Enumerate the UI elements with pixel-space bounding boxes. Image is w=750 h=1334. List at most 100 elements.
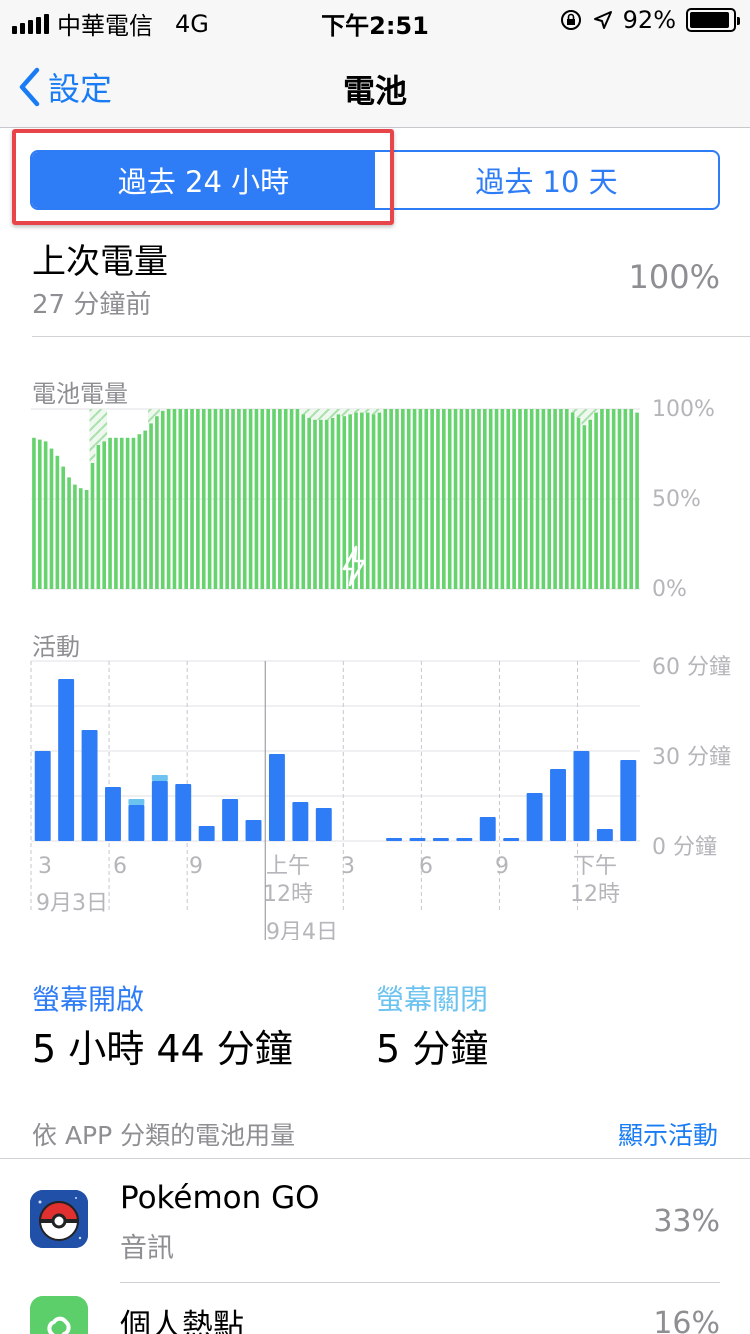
activity-bar-screen-on — [409, 838, 426, 841]
battery-level-bar — [395, 409, 399, 589]
activity-bar-screen-on — [620, 760, 637, 841]
activity-bar-screen-on — [456, 838, 473, 841]
battery-level-bar — [442, 409, 446, 589]
battery-level-bar — [570, 412, 575, 589]
battery-level-bar — [342, 416, 347, 589]
battery-level-bar — [196, 409, 200, 589]
status-right: 92% — [559, 6, 740, 34]
battery-level-bar — [488, 409, 493, 589]
battery-level-bar — [330, 418, 335, 589]
battery-level-bar — [119, 437, 124, 589]
show-activity-button[interactable]: 顯示活動 — [618, 1116, 718, 1152]
battery-level-bar — [594, 412, 598, 589]
battery-level-bar — [494, 409, 499, 589]
battery-level-bar — [471, 409, 475, 589]
battery-level-bar — [547, 409, 552, 589]
app-row-pokemon-go[interactable]: Pokémon GO 音訊 33% — [0, 1160, 750, 1282]
screen-on-value: 5 小時 44 分鐘 — [32, 1027, 293, 1071]
battery-level-bar — [278, 409, 282, 589]
battery-charge-hatch — [575, 409, 582, 418]
activity-bar-screen-on — [386, 838, 403, 841]
battery-level-bar — [324, 419, 329, 589]
battery-level-bar — [73, 484, 77, 589]
battery-level-bar — [37, 439, 42, 589]
app-row-personal-hotspot[interactable]: 個人熱點 16% — [0, 1284, 750, 1334]
activity-date-label: 9月4日 — [266, 920, 338, 940]
battery-charge-hatch — [353, 409, 359, 413]
app-percent: 33% — [653, 1204, 720, 1239]
battery-level-bar — [389, 409, 393, 589]
battery-level-bar — [155, 416, 159, 589]
battery-charge-hatch — [376, 409, 383, 413]
segment-last-24-hours[interactable]: 過去 24 小時 — [32, 152, 375, 208]
segment-last-10-days[interactable]: 過去 10 天 — [375, 152, 718, 208]
battery-charge-hatch — [341, 409, 348, 417]
battery-level-bar — [272, 409, 276, 589]
battery-level-bar — [114, 437, 118, 589]
time-range-segmented-control: 過去 24 小時 過去 10 天 — [30, 150, 720, 210]
battery-level-bar — [605, 409, 610, 589]
battery-level-bar — [102, 441, 107, 589]
battery-level-bar — [453, 409, 458, 589]
activity-bar-screen-on — [198, 826, 215, 841]
activity-x-tick-label: 上午 — [266, 854, 310, 879]
activity-bar-screen-on — [550, 769, 566, 841]
battery-level-bar — [172, 409, 177, 589]
activity-x-tick-label: 9 — [189, 854, 203, 879]
battery-level-bar — [559, 409, 563, 589]
battery-level-bar — [377, 412, 382, 589]
battery-y-tick-100: 100% — [652, 397, 715, 422]
battery-level-bar — [213, 409, 218, 589]
battery-level-bar — [483, 409, 487, 589]
divider — [32, 336, 750, 337]
divider — [120, 1282, 720, 1283]
battery-level-bar — [365, 412, 370, 589]
activity-bar-screen-on — [245, 820, 262, 841]
battery-level-bar — [617, 409, 622, 589]
app-name: 個人熱點 — [120, 1308, 244, 1334]
battery-level-bar — [90, 463, 95, 589]
activity-bar-screen-on — [596, 829, 613, 841]
battery-charge-hatch — [312, 409, 318, 420]
battery-charge-hatch — [587, 409, 594, 420]
battery-fill — [690, 12, 729, 28]
battery-level-bar — [283, 409, 288, 589]
screen-off-value: 5 分鐘 — [376, 1027, 489, 1071]
battery-level-bar — [201, 409, 206, 589]
battery-level-bar — [125, 437, 130, 589]
battery-level-bar — [500, 409, 505, 589]
battery-level-bar — [477, 409, 481, 589]
battery-level-bar — [242, 409, 247, 589]
status-bar: 中華電信 4G 下午2:51 92% — [0, 0, 750, 42]
battery-charge-hatch — [335, 409, 342, 415]
battery-level-bar — [541, 409, 546, 589]
battery-level-bar — [231, 409, 235, 589]
activity-chart: 3 6 9 上午 12時 3 6 9 下午 12時 9月3日 9月4日 — [30, 660, 640, 940]
battery-level-bar — [459, 409, 464, 589]
battery-level-bar — [354, 412, 358, 589]
divider — [0, 1158, 750, 1159]
battery-level-bar — [166, 409, 171, 589]
battery-charge-hatch — [593, 409, 600, 413]
activity-x-tick-label: 6 — [113, 854, 127, 879]
battery-charge-hatch — [569, 409, 576, 413]
battery-level-bar — [523, 409, 528, 589]
battery-level-bar — [576, 418, 581, 589]
battery-level-bar — [412, 409, 417, 589]
battery-level-bar — [301, 414, 306, 589]
battery-level-bar — [418, 409, 423, 589]
battery-level-bar — [237, 409, 241, 589]
battery-charge-hatch — [89, 409, 96, 463]
battery-level-bar — [535, 409, 540, 589]
activity-x-tick-label: 12時 — [263, 882, 313, 907]
battery-cap — [737, 17, 740, 25]
battery-level-bar — [553, 409, 557, 589]
location-arrow-icon — [593, 11, 612, 29]
activity-bar-screen-on — [503, 838, 520, 841]
battery-level-bar — [430, 409, 434, 589]
battery-level-bar — [32, 437, 36, 589]
hotspot-icon — [30, 1296, 88, 1334]
battery-percent: 92% — [622, 6, 676, 34]
battery-level-bar — [254, 409, 259, 589]
battery-level-bar — [137, 434, 142, 589]
